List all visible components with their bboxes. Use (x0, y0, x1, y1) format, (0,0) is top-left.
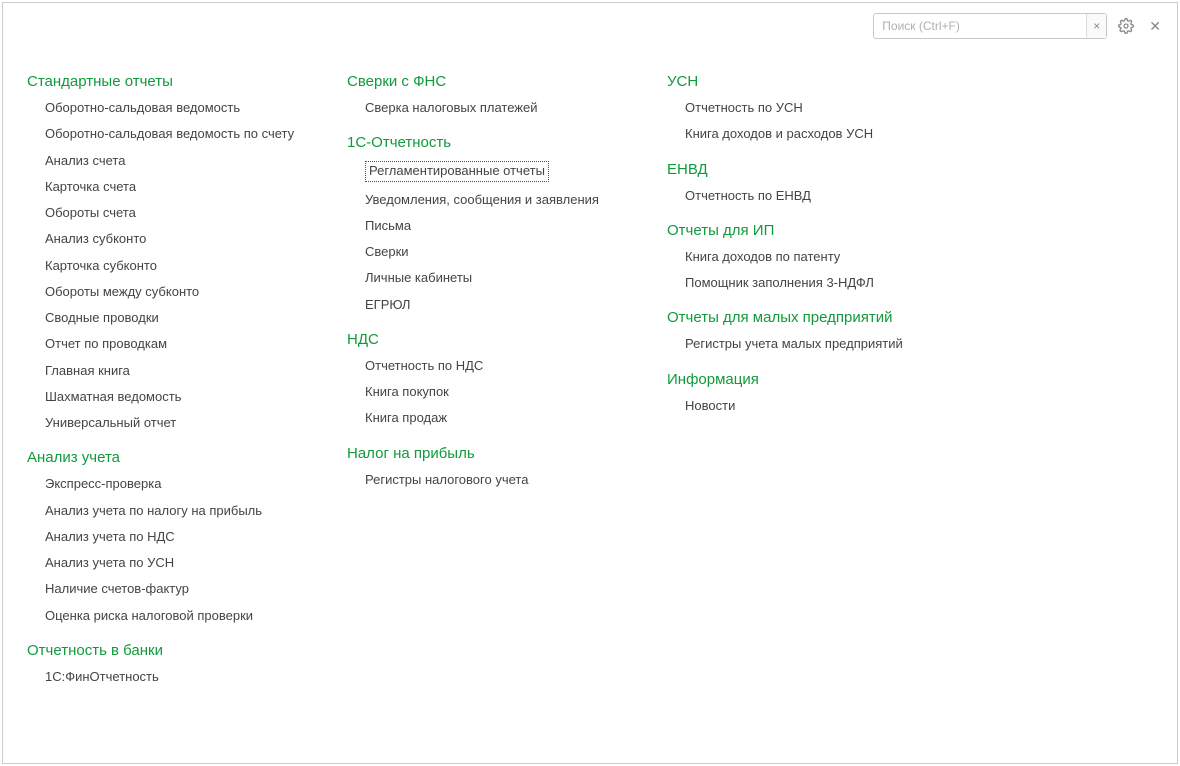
column-0: Стандартные отчеты Оборотно-сальдовая ве… (27, 73, 327, 753)
section-title[interactable]: НДС (347, 331, 647, 348)
list-item[interactable]: Главная книга (45, 363, 327, 379)
list-item[interactable]: Уведомления, сообщения и заявления (365, 192, 647, 208)
list-item[interactable]: Оборотно-сальдовая ведомость (45, 100, 327, 116)
section-title[interactable]: 1С-Отчетность (347, 134, 647, 151)
list-item[interactable]: Отчетность по НДС (365, 358, 647, 374)
list-item[interactable]: ЕГРЮЛ (365, 297, 647, 313)
item-list: Регистры налогового учета (347, 472, 647, 488)
list-item[interactable]: Обороты между субконто (45, 284, 327, 300)
section-title[interactable]: Анализ учета (27, 449, 327, 466)
search-clear-button[interactable]: × (1086, 14, 1106, 38)
item-list: Книга доходов по патенту Помощник заполн… (667, 249, 967, 292)
list-item[interactable]: Книга продаж (365, 410, 647, 426)
column-2: УСН Отчетность по УСН Книга доходов и ра… (667, 73, 967, 753)
search-input[interactable] (874, 19, 1086, 33)
list-item[interactable]: Анализ учета по НДС (45, 529, 327, 545)
item-list: Отчетность по ЕНВД (667, 188, 967, 204)
item-list: Экспресс-проверка Анализ учета по налогу… (27, 476, 327, 624)
search-field-wrap: × (873, 13, 1107, 39)
section-title[interactable]: Налог на прибыль (347, 445, 647, 462)
list-item[interactable]: Отчетность по ЕНВД (685, 188, 967, 204)
list-item[interactable]: Анализ учета по налогу на прибыль (45, 503, 327, 519)
item-list: Новости (667, 398, 967, 414)
list-item[interactable]: Помощник заполнения 3-НДФЛ (685, 275, 967, 291)
list-item-selected[interactable]: Регламентированные отчеты (365, 161, 647, 181)
section-title[interactable]: Отчетность в банки (27, 642, 327, 659)
list-item[interactable]: Новости (685, 398, 967, 414)
list-item[interactable]: Оборотно-сальдовая ведомость по счету (45, 126, 327, 142)
list-item[interactable]: Книга покупок (365, 384, 647, 400)
section-title[interactable]: ЕНВД (667, 161, 967, 178)
list-item[interactable]: Анализ субконто (45, 231, 327, 247)
item-list: Регламентированные отчеты Уведомления, с… (347, 161, 647, 313)
section-title[interactable]: Отчеты для ИП (667, 222, 967, 239)
list-item[interactable]: Анализ счета (45, 153, 327, 169)
list-item[interactable]: Карточка счета (45, 179, 327, 195)
column-1: Сверки с ФНС Сверка налоговых платежей 1… (347, 73, 647, 753)
item-list: Оборотно-сальдовая ведомость Оборотно-са… (27, 100, 327, 431)
section-title[interactable]: УСН (667, 73, 967, 90)
list-item[interactable]: Наличие счетов-фактур (45, 581, 327, 597)
content-area: Стандартные отчеты Оборотно-сальдовая ве… (27, 73, 1153, 753)
list-item[interactable]: Книга доходов и расходов УСН (685, 126, 967, 142)
list-item[interactable]: Шахматная ведомость (45, 389, 327, 405)
list-item[interactable]: Карточка субконто (45, 258, 327, 274)
list-item[interactable]: 1С:ФинОтчетность (45, 669, 327, 685)
list-item[interactable]: Анализ учета по УСН (45, 555, 327, 571)
list-item[interactable]: Экспресс-проверка (45, 476, 327, 492)
section-title[interactable]: Стандартные отчеты (27, 73, 327, 90)
item-list: 1С:ФинОтчетность (27, 669, 327, 685)
section-title[interactable]: Отчеты для малых предприятий (667, 309, 967, 326)
item-list: Регистры учета малых предприятий (667, 336, 967, 352)
toolbar: × ✕ (873, 13, 1165, 39)
list-item[interactable]: Личные кабинеты (365, 270, 647, 286)
list-item[interactable]: Отчет по проводкам (45, 336, 327, 352)
list-item[interactable]: Оценка риска налоговой проверки (45, 608, 327, 624)
list-item[interactable]: Сверка налоговых платежей (365, 100, 647, 116)
list-item[interactable]: Обороты счета (45, 205, 327, 221)
gear-icon[interactable] (1117, 17, 1135, 35)
list-item[interactable]: Книга доходов по патенту (685, 249, 967, 265)
list-item[interactable]: Отчетность по УСН (685, 100, 967, 116)
item-list: Сверка налоговых платежей (347, 100, 647, 116)
window-frame: × ✕ Стандартные отчеты Оборотно-сальдова… (2, 2, 1178, 764)
section-title[interactable]: Сверки с ФНС (347, 73, 647, 90)
section-title[interactable]: Информация (667, 371, 967, 388)
item-list: Отчетность по УСН Книга доходов и расход… (667, 100, 967, 143)
list-item[interactable]: Универсальный отчет (45, 415, 327, 431)
list-item[interactable]: Сверки (365, 244, 647, 260)
list-item[interactable]: Регистры налогового учета (365, 472, 647, 488)
list-item[interactable]: Письма (365, 218, 647, 234)
list-item[interactable]: Регистры учета малых предприятий (685, 336, 967, 352)
list-item[interactable]: Сводные проводки (45, 310, 327, 326)
item-list: Отчетность по НДС Книга покупок Книга пр… (347, 358, 647, 427)
close-icon[interactable]: ✕ (1145, 18, 1165, 35)
